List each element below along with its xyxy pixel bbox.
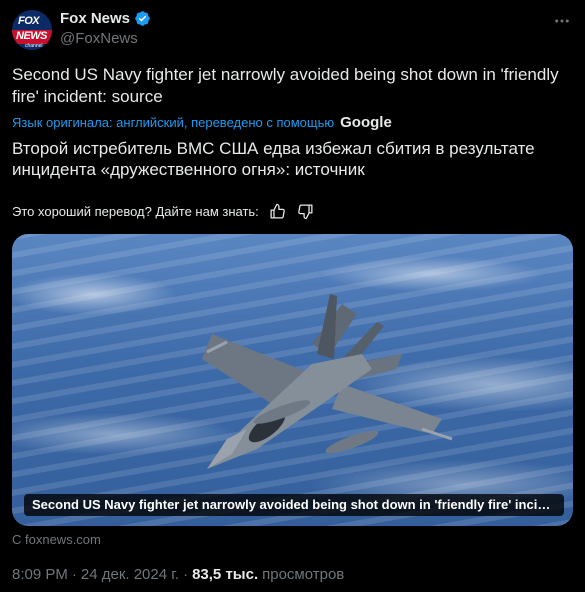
thumbs-up-icon[interactable] bbox=[269, 202, 287, 220]
views-label: просмотров bbox=[262, 566, 345, 583]
avatar-text-news: NEWS bbox=[16, 30, 48, 42]
google-logo: Google bbox=[340, 114, 392, 131]
meta-separator: · bbox=[183, 566, 189, 583]
feedback-prompt: Это хороший перевод? Дайте нам знать: bbox=[12, 203, 259, 219]
meta-separator: · bbox=[71, 566, 77, 583]
card-source[interactable]: С foxnews.com bbox=[12, 532, 101, 547]
post-meta: 8:09 PM · 24 дек. 2024 г. · 83,5 тыс. пр… bbox=[12, 566, 344, 583]
avatar[interactable]: FOX NEWS channel bbox=[12, 10, 52, 50]
display-name[interactable]: Fox News bbox=[60, 10, 151, 27]
handle[interactable]: @FoxNews bbox=[60, 30, 138, 47]
more-options-icon[interactable] bbox=[551, 10, 573, 32]
translation-note-text: Язык оригинала: английский, переведено с… bbox=[12, 115, 335, 130]
views-count: 83,5 тыс. bbox=[192, 566, 259, 583]
post-header: FOX NEWS channel Fox News @FoxNews bbox=[12, 8, 573, 54]
display-name-text: Fox News bbox=[60, 10, 131, 27]
post-translated-text: Второй истребитель ВМС США едва избежал … bbox=[12, 139, 535, 179]
translation-note[interactable]: Язык оригинала: английский, переведено с… bbox=[12, 114, 392, 131]
thumbs-down-icon[interactable] bbox=[297, 202, 315, 220]
verified-badge-icon bbox=[134, 10, 151, 27]
avatar-text-channel: channel bbox=[25, 43, 43, 49]
avatar-text-fox: FOX bbox=[18, 15, 40, 27]
post-time[interactable]: 8:09 PM bbox=[12, 566, 68, 583]
post-original-text: Second US Navy fighter jet narrowly avoi… bbox=[12, 65, 559, 106]
fighter-jet-image bbox=[202, 294, 453, 469]
card-caption: Second US Navy fighter jet narrowly avoi… bbox=[24, 494, 564, 516]
link-card[interactable]: Second US Navy fighter jet narrowly avoi… bbox=[12, 234, 573, 526]
translation-feedback: Это хороший перевод? Дайте нам знать: bbox=[12, 202, 315, 220]
post-date[interactable]: 24 дек. 2024 г. bbox=[81, 566, 179, 583]
